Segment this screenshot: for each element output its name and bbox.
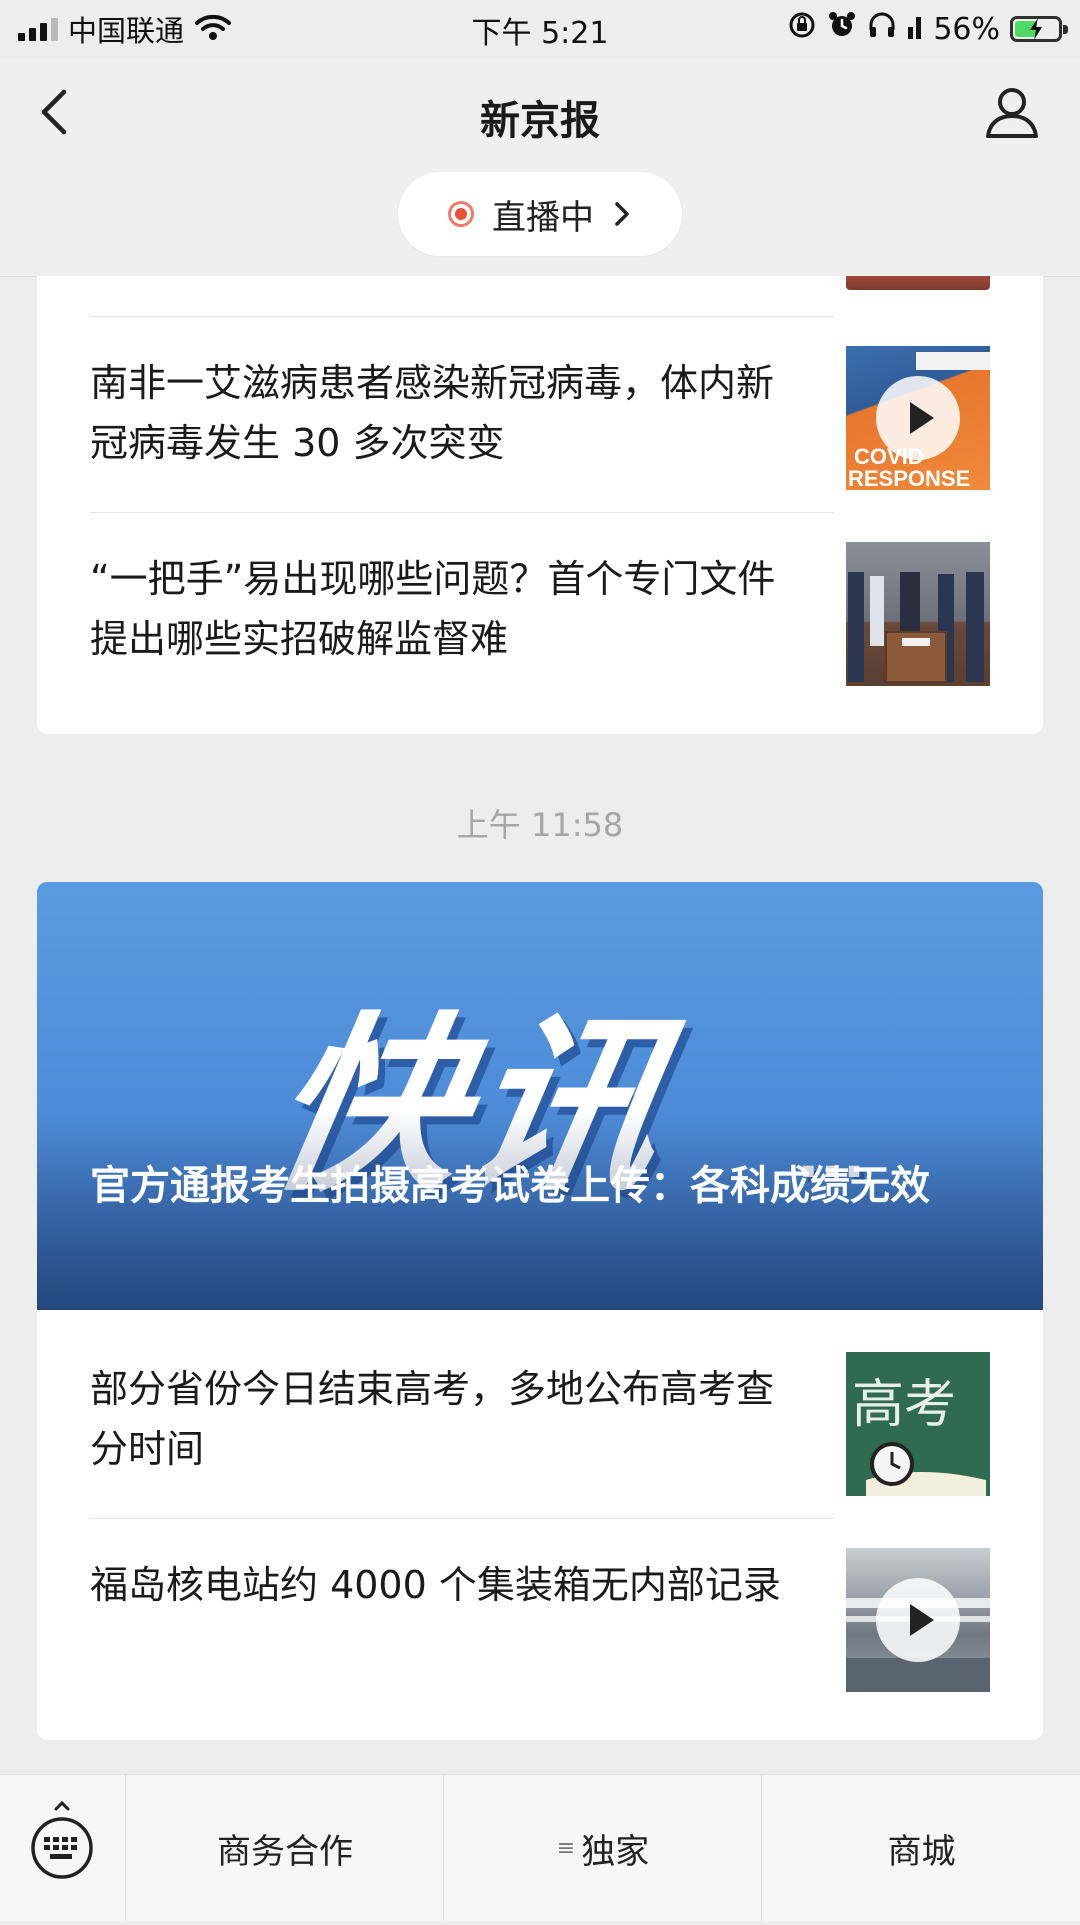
menu-label: 独家 [581, 1831, 650, 1872]
chevron-right-icon [615, 202, 629, 226]
nav-header: 新京报 直播中 [0, 58, 1080, 277]
divider [90, 512, 834, 513]
play-icon [876, 1578, 960, 1662]
article-row[interactable]: 南非一艾滋病患者感染新冠病毒，体内新冠病毒发生 30 多次突变 COVID RE… [90, 343, 990, 493]
news-card: 南非一艾滋病患者感染新冠病毒，体内新冠病毒发生 30 多次突变 COVID RE… [37, 276, 1043, 734]
menu-label: 商务合作 [217, 1831, 353, 1872]
signal-bars-small-icon [907, 12, 923, 47]
keyboard-icon [31, 1800, 93, 1879]
menu-label: 商城 [887, 1831, 956, 1872]
rotation-lock-icon [787, 10, 817, 48]
alarm-icon [827, 10, 857, 48]
article-thumbnail: 高考 [846, 1352, 990, 1496]
profile-button[interactable] [980, 80, 1044, 144]
live-label: 直播中 [492, 197, 594, 238]
headline-title: 官方通报考生拍摄高考试卷上传：各科成绩无效 [90, 1163, 930, 1209]
article-thumbnail: COVID RESPONSE [846, 346, 990, 490]
article-row[interactable]: “一把手”易出现哪些问题？首个专门文件提出哪些实招破解监督难 [90, 539, 990, 689]
live-record-icon [448, 201, 474, 227]
bottom-menu-bar: 商务合作 ≡ 独家 商城 [0, 1774, 1080, 1921]
battery-icon [1010, 16, 1068, 42]
keyboard-toggle-button[interactable] [0, 1775, 125, 1921]
user-icon [986, 88, 1038, 138]
status-bar: 中国联通 下午 5:21 56% [0, 0, 1080, 58]
article-thumbnail [846, 1548, 990, 1692]
menu-mall[interactable]: 商城 [761, 1775, 1080, 1921]
divider [90, 1518, 834, 1519]
play-icon [876, 376, 960, 460]
submenu-icon: ≡ [556, 1835, 576, 1861]
divider [90, 316, 834, 317]
menu-business[interactable]: 商务合作 [125, 1775, 444, 1921]
partial-thumbnail [846, 276, 990, 290]
svg-text:RESPONSE: RESPONSE [848, 466, 970, 490]
page-title: 新京报 [480, 98, 600, 144]
thumbnail-art [848, 572, 984, 683]
headphones-icon [867, 10, 897, 48]
headline-banner[interactable]: 快讯 ... 官方通报考生拍摄高考试卷上传：各科成绩无效 [37, 882, 1043, 1310]
article-title: 福岛核电站约 4000 个集装箱无内部记录 [90, 1563, 781, 1607]
menu-exclusive[interactable]: ≡ 独家 [443, 1775, 762, 1921]
feed-timestamp: 上午 11:58 [456, 806, 624, 844]
article-title: 部分省份今日结束高考，多地公布高考查分时间 [90, 1367, 775, 1471]
battery-percent: 56% [933, 11, 1000, 47]
thumbnail-art: 高考 [846, 1352, 990, 1496]
article-row[interactable]: 部分省份今日结束高考，多地公布高考查分时间 高考 [90, 1349, 990, 1499]
article-row[interactable]: 福岛核电站约 4000 个集装箱无内部记录 [90, 1545, 990, 1695]
thumbnail-chalk-text: 高考 [852, 1375, 956, 1435]
news-card: 快讯 ... 官方通报考生拍摄高考试卷上传：各科成绩无效 部分省份今日结束高考，… [37, 882, 1043, 1740]
article-title: “一把手”易出现哪些问题？首个专门文件提出哪些实招破解监督难 [90, 557, 776, 661]
article-thumbnail [846, 542, 990, 686]
live-button[interactable]: 直播中 [398, 172, 682, 256]
article-title: 南非一艾滋病患者感染新冠病毒，体内新冠病毒发生 30 多次突变 [90, 361, 775, 465]
